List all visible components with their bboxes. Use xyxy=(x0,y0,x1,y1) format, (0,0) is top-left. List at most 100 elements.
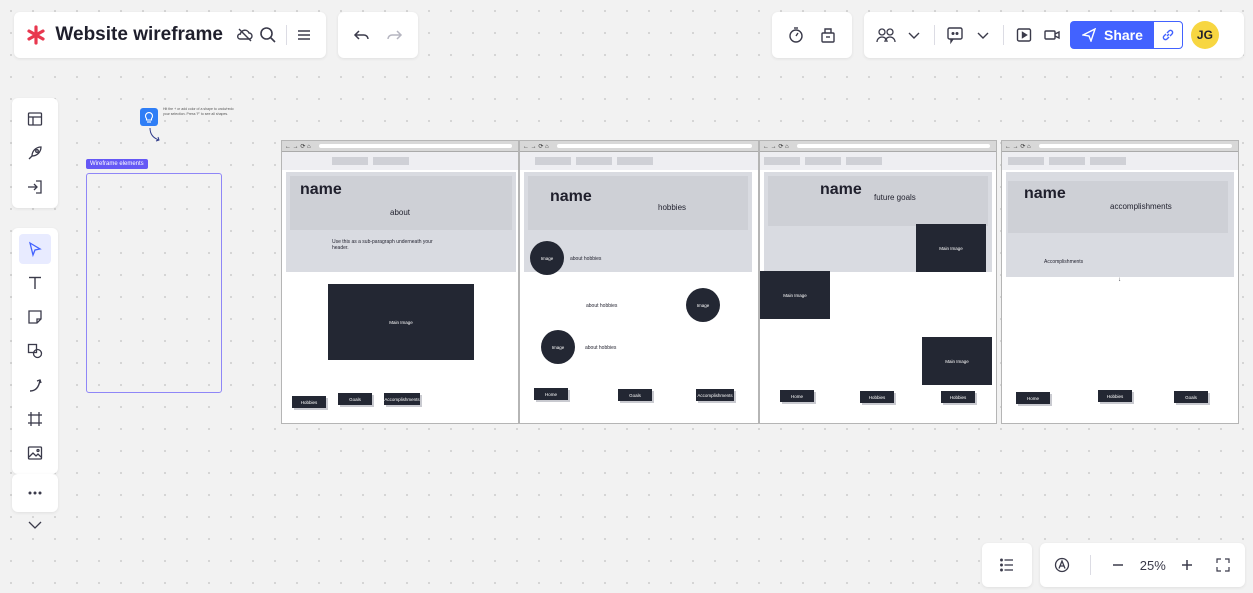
image-circle: Image xyxy=(530,241,564,275)
collaboration-panel: Share JG xyxy=(864,12,1244,58)
rocket-icon[interactable] xyxy=(19,138,51,168)
main-image: Main Image xyxy=(328,284,474,360)
user-avatar[interactable]: JG xyxy=(1190,21,1219,49)
text-tool-icon[interactable] xyxy=(19,268,51,298)
zoom-panel: 25% xyxy=(1040,543,1245,587)
collaborators-icon[interactable] xyxy=(872,21,900,49)
asterisk-logo-icon[interactable] xyxy=(24,21,47,49)
nav-bar xyxy=(760,152,996,170)
select-cursor-icon[interactable] xyxy=(19,234,51,264)
main-image: Main Image xyxy=(760,271,830,319)
board-title[interactable]: Website wireframe xyxy=(55,24,223,46)
nav-button: Hobbies xyxy=(292,396,326,408)
image-circle: Image xyxy=(686,288,720,322)
section-title: accomplishments xyxy=(1110,202,1172,211)
sub-paragraph: Use this as a sub-paragraph underneath y… xyxy=(332,239,433,251)
nav-button: Goals xyxy=(618,389,652,401)
divider xyxy=(934,25,935,45)
wireframe-about[interactable]: ← → ⟳ ⌂ name about Use this as a sub-par… xyxy=(281,140,519,424)
board-title-panel: Website wireframe xyxy=(14,12,326,58)
lightbulb-icon[interactable] xyxy=(140,108,158,126)
section-title: about xyxy=(390,208,411,217)
comment-icon[interactable] xyxy=(941,21,969,49)
main-image: Main Image xyxy=(922,337,992,385)
section-title: future goals xyxy=(874,193,916,202)
divider xyxy=(1089,555,1091,575)
down-arrow-icon: ↓ xyxy=(1118,277,1121,283)
quick-tools-toolbar xyxy=(12,98,58,208)
name-heading: name xyxy=(1024,185,1066,202)
present-icon[interactable] xyxy=(1010,21,1038,49)
about-hobbies-text: about hobbies xyxy=(585,345,617,351)
wireframe-future-goals[interactable]: ← → ⟳ ⌂ name future goals Main Image Mai… xyxy=(759,140,997,424)
undo-icon[interactable] xyxy=(348,21,376,49)
nav-button: Hobbies xyxy=(941,391,975,403)
chevron-down-icon[interactable] xyxy=(21,510,49,538)
about-hobbies-text: about hobbies xyxy=(586,303,618,309)
divider xyxy=(1003,25,1004,45)
wireframe-accomplishments[interactable]: ← → ⟳ ⌂ name accomplishments Accomplishm… xyxy=(1001,140,1239,424)
nav-bar xyxy=(520,152,758,170)
chevron-down-icon[interactable] xyxy=(900,21,928,49)
share-label: Share xyxy=(1104,27,1143,43)
nav-button: Accomplishments xyxy=(696,389,734,401)
wireframe-hobbies[interactable]: ← → ⟳ ⌂ name hobbies Image about hobbies… xyxy=(519,140,759,424)
browser-bar: ← → ⟳ ⌂ xyxy=(520,141,758,152)
accomplishments-text: Accomplishments xyxy=(1044,259,1084,265)
tip-text: Hit the + or add color of a shape to und… xyxy=(163,107,234,116)
upload-image-icon[interactable] xyxy=(19,438,51,468)
outline-panel xyxy=(982,543,1032,587)
browser-bar: ← → ⟳ ⌂ xyxy=(1002,141,1238,152)
nav-bar xyxy=(282,152,518,170)
nav-button: Home xyxy=(780,390,814,402)
search-icon[interactable] xyxy=(256,21,279,49)
more-tools-icon[interactable] xyxy=(19,478,51,508)
nav-button: Hobbies xyxy=(1098,390,1132,402)
import-icon[interactable] xyxy=(19,172,51,202)
connection-line-icon[interactable] xyxy=(19,370,51,400)
browser-bar: ← → ⟳ ⌂ xyxy=(760,141,996,152)
zoom-out-icon[interactable] xyxy=(1104,551,1132,579)
frame-label[interactable]: Wireframe elements xyxy=(86,159,148,169)
creation-toolbar xyxy=(12,228,58,474)
nav-button: Accomplishments xyxy=(384,393,420,405)
nav-button: Goals xyxy=(1174,391,1208,403)
main-image: Main Image xyxy=(916,224,986,272)
browser-bar: ← → ⟳ ⌂ xyxy=(282,141,518,152)
arrow-icon xyxy=(149,127,160,142)
nav-bar xyxy=(1002,152,1238,170)
timer-vote-panel xyxy=(772,12,852,58)
more-tools-toolbar xyxy=(12,474,58,512)
send-icon xyxy=(1082,28,1096,42)
nav-button: Home xyxy=(1016,392,1050,404)
link-icon xyxy=(1162,29,1174,41)
zoom-in-icon[interactable] xyxy=(1173,551,1201,579)
list-outline-icon[interactable] xyxy=(993,551,1021,579)
wireframe-elements-frame[interactable] xyxy=(86,173,222,393)
nav-button: Hobbies xyxy=(860,391,894,403)
timer-icon[interactable] xyxy=(782,21,810,49)
copy-link-button[interactable] xyxy=(1152,21,1183,49)
menu-icon[interactable] xyxy=(293,21,316,49)
image-circle: Image xyxy=(541,330,575,364)
zoom-level[interactable]: 25% xyxy=(1140,558,1166,573)
navigation-icon[interactable] xyxy=(1048,551,1076,579)
redo-icon[interactable] xyxy=(380,21,408,49)
sticky-note-icon[interactable] xyxy=(19,302,51,332)
cloud-sync-icon[interactable] xyxy=(233,21,256,49)
fit-screen-icon[interactable] xyxy=(1209,551,1237,579)
shapes-icon[interactable] xyxy=(19,336,51,366)
nav-button: Home xyxy=(534,388,568,400)
nav-button: Goals xyxy=(338,393,372,405)
frame-icon[interactable] xyxy=(19,404,51,434)
section-title: hobbies xyxy=(658,203,687,212)
video-call-icon[interactable] xyxy=(1038,21,1066,49)
about-hobbies-text: about hobbies xyxy=(570,256,602,262)
name-heading: name xyxy=(820,181,862,198)
share-button[interactable]: Share xyxy=(1070,21,1153,49)
templates-icon[interactable] xyxy=(19,104,51,134)
voting-icon[interactable] xyxy=(814,21,842,49)
divider xyxy=(285,25,287,45)
name-heading: name xyxy=(550,188,592,205)
chevron-down-icon[interactable] xyxy=(969,21,997,49)
